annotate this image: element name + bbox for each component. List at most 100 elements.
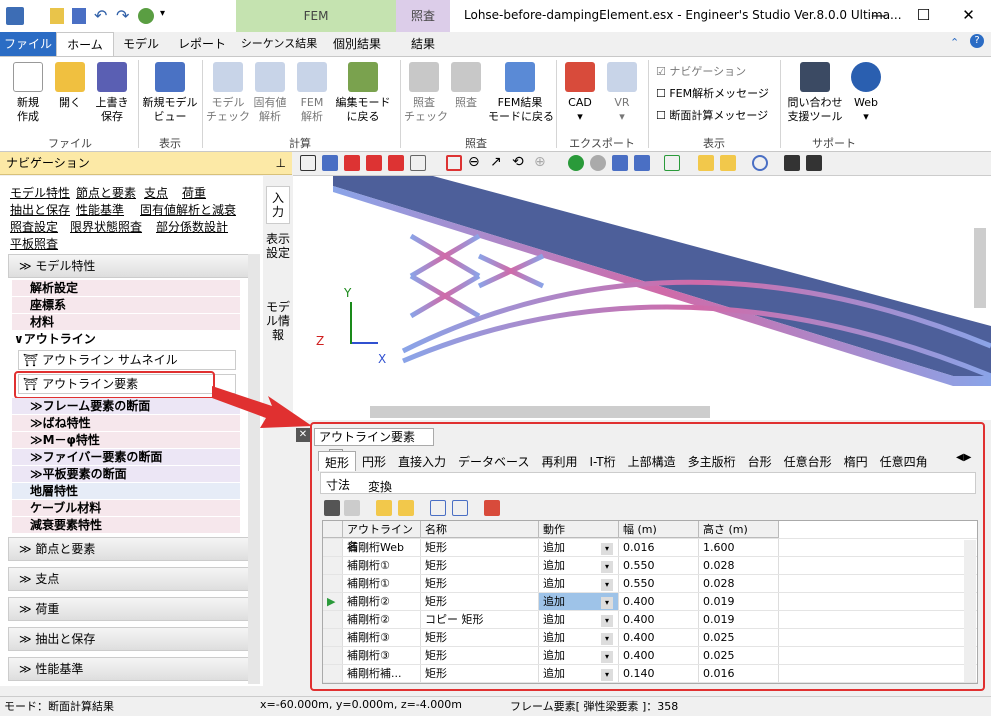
nav-link-partial-factor[interactable]: 部分係数設計 <box>156 218 228 235</box>
redo-icon[interactable]: ↷ <box>116 6 129 25</box>
save-button[interactable]: 上書き 保存 <box>92 62 132 124</box>
back-icon[interactable] <box>568 155 584 171</box>
nav-link-eigen[interactable]: 固有値解析と減衰 <box>140 201 236 218</box>
eigen-analysis-button[interactable]: 固有値 解析 <box>250 62 290 124</box>
pin-icon[interactable]: ⊥ <box>276 152 286 174</box>
nav-item-analysis-setting[interactable]: 解析設定 <box>12 280 240 296</box>
recalc-icon[interactable] <box>138 8 154 24</box>
fem-message-checkbox[interactable]: ☐ FEM解析メッセージ <box>656 85 769 101</box>
select-box-icon[interactable] <box>698 155 714 171</box>
support-tool-button[interactable]: 問い合わせ 支援ツール <box>784 62 846 124</box>
new-model-view-button[interactable]: 新規モデル ビュー <box>142 62 198 124</box>
new-quick-icon[interactable] <box>50 8 64 24</box>
panel-close-icon[interactable]: ✕ <box>296 428 310 442</box>
view-h-scrollbar[interactable] <box>370 406 710 418</box>
navigation-checkbox[interactable]: ☑ ナビゲーション <box>656 63 746 79</box>
camera-icon[interactable] <box>784 155 800 171</box>
nav-item-fiber-section[interactable]: ≫ファイバー要素の断面 <box>12 449 240 465</box>
nav-item-cable-material[interactable]: ケーブル材料 <box>12 500 240 516</box>
tab-file[interactable]: ファイル <box>0 32 56 56</box>
tab-model[interactable]: モデル <box>116 32 166 56</box>
nav-item-plate-section[interactable]: ≫平板要素の断面 <box>12 466 240 482</box>
close-button[interactable]: ✕ <box>946 0 991 32</box>
zoom-window-icon[interactable] <box>446 155 462 171</box>
model-3d-view[interactable] <box>293 176 991 420</box>
undo-icon[interactable]: ↶ <box>94 6 107 25</box>
section-performance[interactable]: ≫ 性能基準 <box>8 657 253 681</box>
nav-link-support[interactable]: 支点 <box>144 184 168 201</box>
nav-item-outline-thumbnail[interactable]: ⛩ アウトライン サムネイル <box>18 350 236 370</box>
view-side-icon[interactable] <box>366 155 382 171</box>
nav-link-load[interactable]: 荷重 <box>182 184 206 201</box>
nav-item-damping[interactable]: 減衰要素特性 <box>12 517 240 533</box>
nav-link-extract[interactable]: 抽出と保存 <box>10 201 70 218</box>
vtab-input[interactable]: 入力 <box>266 186 290 224</box>
model-check-button[interactable]: モデル チェック <box>206 62 250 124</box>
nav-item-coordinate[interactable]: 座標系 <box>12 297 240 313</box>
nav-link-model[interactable]: モデル特性 <box>10 184 70 201</box>
support-icon <box>800 62 830 92</box>
camera-setting-icon[interactable] <box>806 155 822 171</box>
forward-icon[interactable] <box>590 155 606 171</box>
nav-link-nodes[interactable]: 節点と要素 <box>76 184 136 201</box>
search-icon[interactable] <box>752 155 768 171</box>
view-v-scrollbar[interactable] <box>974 228 986 308</box>
group-calc: 計算 <box>289 137 311 150</box>
new-button[interactable]: 新規 作成 <box>8 62 48 124</box>
info-view-icon[interactable] <box>634 155 650 171</box>
cad-export-button[interactable]: CAD ▾ <box>560 62 600 124</box>
web-button[interactable]: Web ▾ <box>846 62 886 124</box>
pan-icon[interactable]: ↗ <box>490 154 502 170</box>
back-to-fem-result-button[interactable]: FEM結果 モードに戻る <box>488 62 554 124</box>
section-message-checkbox[interactable]: ☐ 断面計算メッセージ <box>656 107 768 123</box>
section-support[interactable]: ≫ 支点 <box>8 567 253 591</box>
nav-item-strata[interactable]: 地層特性 <box>12 483 240 499</box>
collapse-ribbon-icon[interactable]: ⌃ <box>950 36 959 49</box>
nav-item-spring[interactable]: ≫ばね特性 <box>12 415 240 431</box>
view-iso-icon[interactable] <box>410 155 426 171</box>
section-model-properties[interactable]: ≫ モデル特性 <box>8 254 253 278</box>
nav-link-performance[interactable]: 性能基準 <box>76 201 124 218</box>
save-quick-icon[interactable] <box>72 8 86 24</box>
section-extract[interactable]: ≫ 抽出と保存 <box>8 627 253 651</box>
section-nodes[interactable]: ≫ 節点と要素 <box>8 537 253 561</box>
section-load[interactable]: ≫ 荷重 <box>8 597 253 621</box>
quick-access-dropdown-icon[interactable]: ▾ <box>160 8 165 19</box>
eigen-icon <box>255 62 285 92</box>
fem-analysis-button[interactable]: FEM 解析 <box>292 62 332 124</box>
help-icon[interactable]: ? <box>970 34 984 48</box>
rotate-icon[interactable]: ⟲ <box>512 154 524 170</box>
nav-scrollbar[interactable] <box>248 254 260 684</box>
check-verification-button[interactable]: 照査 チェック <box>404 62 448 124</box>
vtab-display[interactable]: 表示設定 <box>266 228 290 264</box>
zoom-out-icon[interactable]: ⊖ <box>468 154 480 170</box>
crosshair-icon[interactable]: ⊕ <box>534 154 546 170</box>
back-to-edit-mode-button[interactable]: 編集モード に戻る <box>334 62 392 124</box>
nav-item-m-phi[interactable]: ≫M－φ特性 <box>12 432 240 448</box>
verification-button[interactable]: 照査 <box>446 62 486 110</box>
select-all-icon[interactable] <box>720 155 736 171</box>
tab-home[interactable]: ホーム <box>56 32 114 57</box>
nav-link-check-setting[interactable]: 照査設定 <box>10 218 58 235</box>
maximize-button[interactable]: ☐ <box>901 0 946 32</box>
view-cube-icon[interactable] <box>322 155 338 171</box>
tab-individual-result[interactable]: 個別結果 <box>322 32 392 56</box>
view-top-icon[interactable] <box>388 155 404 171</box>
open-button[interactable]: 開く <box>52 62 88 110</box>
tab-report[interactable]: レポート <box>172 32 232 56</box>
nav-item-outline[interactable]: ∨アウトライン <box>12 331 240 347</box>
status-coords: x=-60.000m, y=0.000m, z=-4.000m <box>260 698 462 711</box>
nav-link-limit-state[interactable]: 限界状態照査 <box>70 218 142 235</box>
fit-view-icon[interactable] <box>300 155 316 171</box>
minimize-button[interactable]: — <box>856 0 901 32</box>
vtab-model-info[interactable]: モデル情報 <box>266 296 290 346</box>
select-icon[interactable] <box>664 155 680 171</box>
nav-link-plate-check[interactable]: 平板照査 <box>10 235 58 252</box>
view-front-icon[interactable] <box>344 155 360 171</box>
vr-export-button[interactable]: VR ▾ <box>602 62 642 124</box>
tab-sequence-result[interactable]: シーケンス結果 <box>240 32 318 56</box>
nav-item-material[interactable]: 材料 <box>12 314 240 330</box>
snapshot-icon[interactable] <box>612 155 628 171</box>
nav-item-frame-section[interactable]: ≫フレーム要素の断面 <box>12 398 240 414</box>
tab-result[interactable]: 結果 <box>398 32 448 56</box>
